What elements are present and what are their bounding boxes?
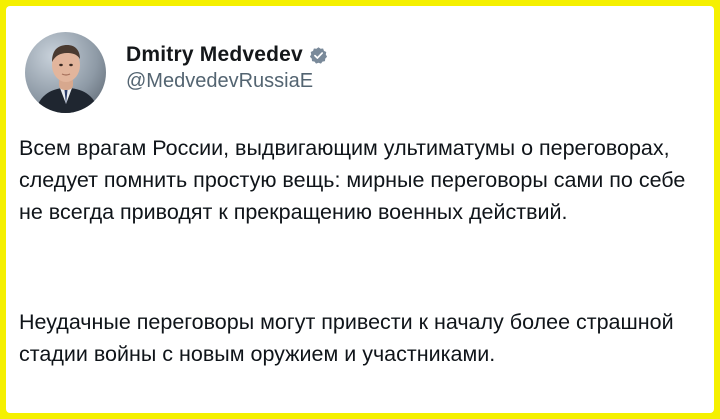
author-row: Dmitry Medvedev [126,43,328,67]
post-text-paragraph-1: Всем врагам России, выдвигающим ультимат… [19,136,686,224]
author-handle[interactable]: @MedvedevRussiaE [126,70,313,93]
avatar[interactable] [25,32,106,113]
post-text-paragraph-2: Неудачные переговоры могут привести к на… [19,310,674,366]
author-name[interactable]: Dmitry Medvedev [126,43,303,67]
verified-badge-icon [309,46,328,65]
post-card: Dmitry Medvedev @MedvedevRussiaE Всем вр… [6,6,714,413]
avatar-image [25,32,106,113]
